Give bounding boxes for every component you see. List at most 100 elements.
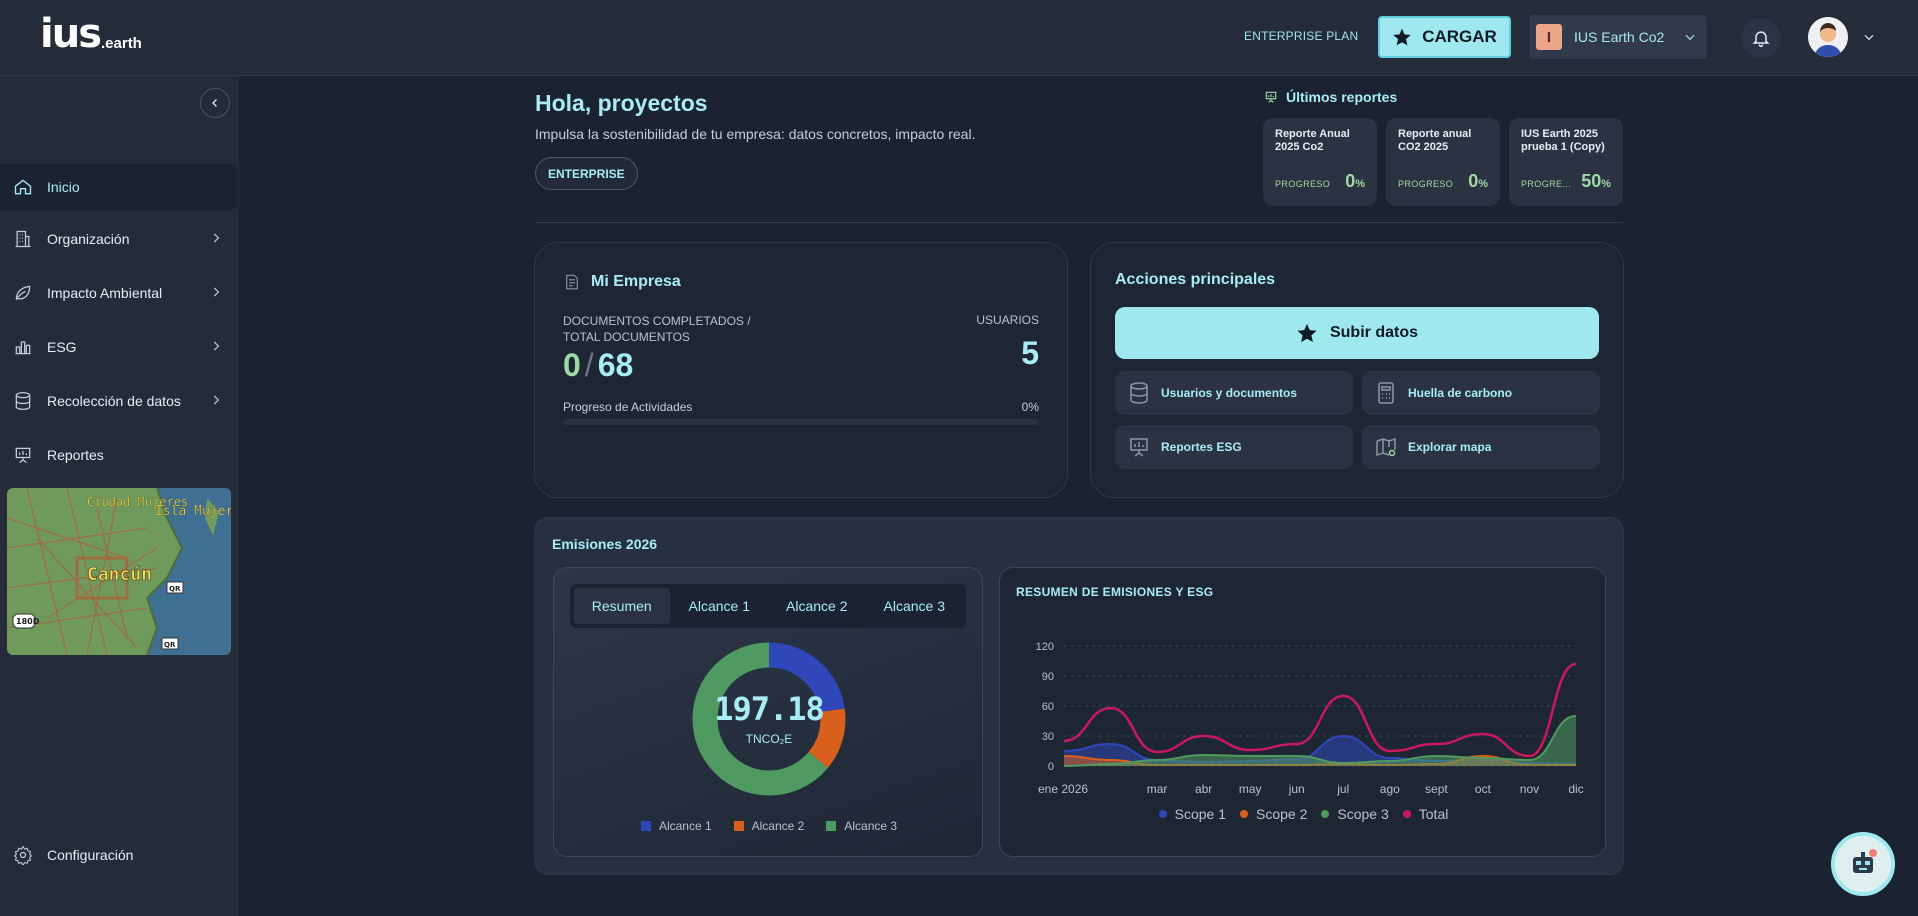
sidebar-item-impacto-ambiental[interactable]: Impacto Ambiental	[0, 270, 239, 316]
report-name: IUS Earth 2025 prueba 1 (Copy)	[1521, 128, 1605, 153]
chevron-right-icon	[213, 395, 220, 405]
legend-dot	[1402, 810, 1411, 818]
tab-alcance-3[interactable]: Alcance 3	[867, 588, 963, 624]
calculator-icon	[1378, 382, 1394, 404]
chatbot-button[interactable]	[1831, 832, 1895, 896]
sidebar-item-label: Impacto Ambiental	[47, 285, 163, 301]
sidebar-item-inicio[interactable]: Inicio	[0, 164, 238, 210]
legend-item[interactable]: Alcance 1	[640, 819, 712, 833]
x-tick-label: ene 2026	[1038, 782, 1088, 796]
actions-card-title: Acciones principales	[1115, 271, 1276, 288]
users-documents-label: Usuarios y documentos	[1161, 386, 1298, 400]
sidebar-item-esg[interactable]: ESG	[0, 324, 239, 370]
emissions-area-chart: 0 30 60 90 120 ene 2026 mar abr may jun jul ago sept…	[1036, 641, 1584, 796]
explore-map-label: Explorar mapa	[1408, 440, 1492, 454]
chevron-left-icon	[212, 99, 217, 107]
x-tick-label: mar	[1147, 782, 1168, 796]
map-label-island: Isla Mujeres	[155, 504, 231, 519]
report-progress-label: PROGRESO	[1275, 179, 1331, 189]
tab-alcance-2[interactable]: Alcance 2	[769, 588, 865, 624]
latest-reports-title: Últimos reportes	[1264, 89, 1397, 105]
report-name: Reporte Anual 2025 Co2	[1275, 128, 1350, 153]
sidebar-item-recoleccion-datos[interactable]: Recolección de datos	[0, 378, 239, 424]
tab-resumen[interactable]: Resumen	[574, 588, 670, 624]
latest-reports-label: Últimos reportes	[1286, 89, 1398, 105]
x-tick-label: may	[1239, 782, 1262, 796]
legend-swatch	[826, 821, 837, 831]
activity-progress-bar	[563, 419, 1039, 425]
cargar-button[interactable]: CARGAR	[1378, 16, 1511, 58]
legend-label: Scope 1	[1174, 806, 1227, 822]
leaf-icon	[13, 283, 33, 303]
upload-data-label: Subir datos	[1329, 324, 1418, 341]
emissions-total: 197.18	[714, 690, 825, 728]
tab-alcance-1[interactable]: Alcance 1	[672, 588, 768, 624]
esg-reports-button[interactable]: Reportes ESG	[1115, 425, 1353, 469]
legend-item[interactable]: Scope 2	[1240, 806, 1307, 822]
sidebar-item-reportes[interactable]: Reportes	[0, 432, 239, 478]
company-selector[interactable]: I IUS Earth Co2	[1529, 15, 1707, 59]
documents-count: 0/68	[563, 347, 634, 383]
x-tick-label: nov	[1520, 782, 1539, 796]
user-avatar[interactable]	[1808, 17, 1848, 57]
donut-legend: Alcance 1 Alcance 2 Alcance 3	[554, 819, 984, 833]
report-card[interactable]: Reporte Anual 2025 Co2 PROGRESO 0%	[1263, 118, 1377, 206]
legend-item[interactable]: Alcance 3	[826, 819, 897, 833]
legend-dot	[1321, 810, 1330, 818]
map-icon	[1376, 437, 1396, 457]
legend-item[interactable]: Total	[1402, 806, 1449, 822]
map-road-label: 180D	[16, 617, 40, 626]
report-card[interactable]: Reporte anual CO2 2025 PROGRESO 0%	[1386, 118, 1500, 206]
line-total[interactable]	[1063, 662, 1577, 758]
scope-tabs: Resumen Alcance 1 Alcance 2 Alcance 3	[570, 584, 966, 628]
emissions-card-title: Emisiones 2026	[552, 536, 658, 552]
emissions-unit: TNCO₂E	[745, 732, 793, 746]
logo-sub-text: .earth	[101, 35, 142, 52]
sidebar-item-configuracion[interactable]: Configuración	[0, 832, 239, 878]
legend-label: Scope 2	[1256, 806, 1308, 822]
presentation-icon	[1265, 91, 1277, 103]
x-tick-label: dic	[1568, 782, 1583, 796]
carbon-footprint-button[interactable]: Huella de carbono	[1362, 371, 1600, 415]
explore-map-button[interactable]: Explorar mapa	[1362, 425, 1600, 469]
home-icon	[13, 177, 33, 197]
activity-progress-label: Progreso de Actividades	[563, 400, 693, 414]
users-count: 5	[1021, 335, 1039, 371]
account-chevron-icon[interactable]	[1862, 30, 1876, 44]
map-preview[interactable]: Ciudad Mujeres Isla Mujeres Cancún 180D …	[7, 488, 231, 655]
y-tick-label: 30	[1042, 731, 1054, 743]
esg-reports-label: Reportes ESG	[1161, 440, 1242, 454]
upload-data-button[interactable]: Subir datos	[1115, 307, 1599, 359]
legend-item[interactable]: Alcance 2	[733, 819, 805, 833]
x-tick-label: ago	[1380, 782, 1400, 796]
legend-item[interactable]: Scope 1	[1158, 806, 1227, 822]
document-icon	[566, 274, 578, 290]
legend-label: Total	[1418, 806, 1449, 822]
documents-label: DOCUMENTOS COMPLETADOS / TOTAL DOCUMENTO…	[563, 314, 751, 344]
legend-item[interactable]: Scope 3	[1321, 806, 1389, 822]
chevron-down-icon	[1685, 34, 1695, 41]
report-card[interactable]: IUS Earth 2025 prueba 1 (Copy) PROGRE...…	[1509, 118, 1623, 206]
gear-icon	[13, 845, 33, 865]
sidebar-item-label: Configuración	[47, 847, 134, 863]
carbon-footprint-label: Huella de carbono	[1408, 386, 1513, 400]
sidebar-item-label: Reportes	[47, 447, 104, 463]
report-name: Reporte anual CO2 2025	[1398, 128, 1472, 153]
activity-progress-value: 0%	[1021, 400, 1039, 414]
chevron-right-icon	[213, 341, 220, 351]
legend-label: Alcance 2	[751, 819, 805, 833]
collapse-sidebar-button[interactable]	[200, 88, 230, 118]
sidebar-item-label: Recolección de datos	[47, 393, 181, 409]
plan-label[interactable]: ENTERPRISE PLAN	[1244, 29, 1358, 43]
y-tick-label: 120	[1036, 641, 1054, 653]
sidebar-item-label: Inicio	[47, 179, 80, 195]
notifications-button[interactable]	[1741, 18, 1781, 58]
y-tick-label: 0	[1048, 761, 1054, 773]
app-logo[interactable]: ius .earth	[40, 14, 142, 54]
users-documents-button[interactable]: Usuarios y documentos	[1115, 371, 1353, 415]
sidebar-item-organizacion[interactable]: Organización	[0, 216, 239, 262]
divider	[535, 222, 1623, 223]
x-tick-label: sept	[1425, 782, 1448, 796]
report-progress-value: 0%	[1345, 171, 1365, 191]
company-card-title-label: Mi Empresa	[591, 273, 681, 290]
